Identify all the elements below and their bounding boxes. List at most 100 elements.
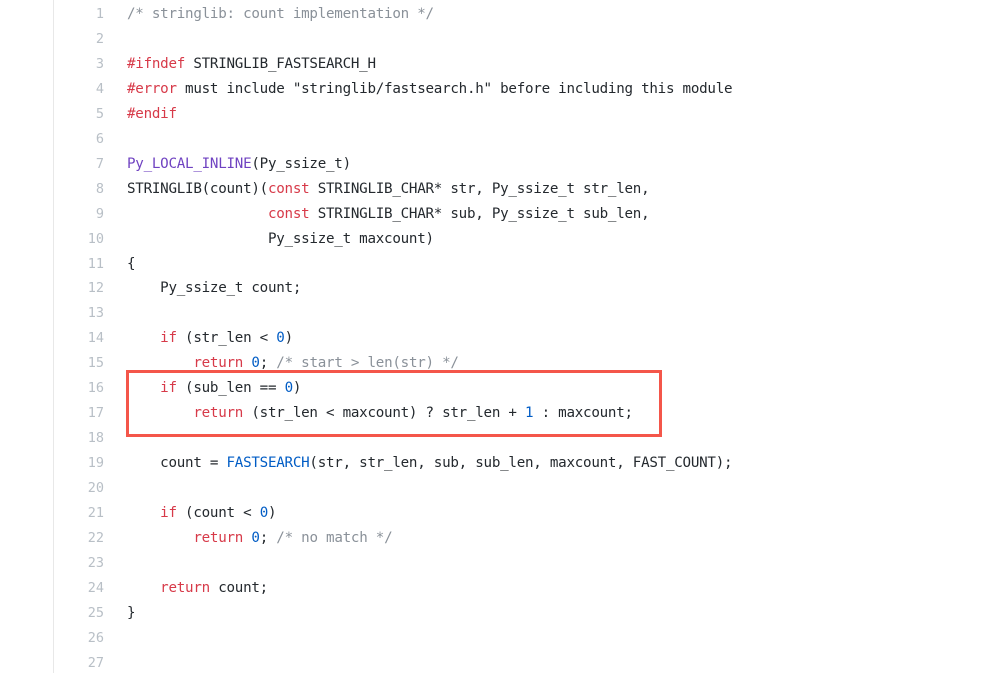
- code-token-preproc: #endif: [127, 105, 177, 122]
- line-number: 6: [95, 130, 104, 147]
- code-line-content[interactable]: count = FASTSEARCH(str, str_len, sub, su…: [104, 451, 732, 476]
- code-token-plain: (Py_ssize_t): [251, 155, 351, 172]
- code-line-content[interactable]: if (count < 0): [104, 501, 276, 526]
- code-token-number: 0: [284, 380, 294, 397]
- code-line[interactable]: 27: [0, 651, 982, 673]
- code-line-content[interactable]: return (str_len < maxcount) ? str_len + …: [104, 401, 633, 426]
- code-line[interactable]: 15 return 0; /* start > len(str) */: [0, 351, 982, 376]
- line-number: 19: [87, 455, 104, 472]
- code-line-content[interactable]: /* stringlib: count implementation */: [104, 2, 434, 27]
- code-line[interactable]: 24 return count;: [0, 576, 982, 601]
- code-line[interactable]: 23: [0, 551, 982, 576]
- code-token-plain: STRINGLIB_FASTSEARCH_H: [185, 55, 376, 72]
- code-token-plain: ;: [259, 530, 277, 547]
- code-token-keyword: return: [193, 405, 244, 422]
- code-line[interactable]: 1 /* stringlib: count implementation */: [0, 2, 982, 27]
- line-number: 13: [87, 305, 104, 322]
- code-token-plain: (str_len < maxcount) ? str_len +: [243, 405, 526, 422]
- code-token-plain: ): [267, 505, 277, 522]
- code-token-plain: STRINGLIB_CHAR* sub, Py_ssize_t sub_len,: [309, 205, 650, 222]
- code-viewer[interactable]: 1/* stringlib: count implementation */2 3…: [0, 0, 982, 673]
- line-number: 5: [95, 105, 104, 122]
- code-line[interactable]: 17 return (str_len < maxcount) ? str_len…: [0, 401, 982, 426]
- code-line[interactable]: 20: [0, 476, 982, 501]
- line-number: 17: [87, 405, 104, 422]
- code-token-keyword: if: [160, 330, 177, 347]
- code-line[interactable]: 8 STRINGLIB(count)(const STRINGLIB_CHAR* …: [0, 177, 982, 202]
- code-token-plain: (str_len <: [176, 330, 277, 347]
- line-number: 18: [87, 430, 104, 447]
- code-token-number: 0: [276, 330, 285, 347]
- code-token-number: 0: [251, 530, 260, 547]
- code-line[interactable]: 2: [0, 27, 982, 52]
- code-line[interactable]: 4 #error must include "stringlib/fastsear…: [0, 77, 982, 102]
- code-line-content[interactable]: #error must include "stringlib/fastsearc…: [104, 77, 733, 102]
- code-token-plain: count =: [127, 455, 227, 472]
- code-line-content[interactable]: Py_LOCAL_INLINE(Py_ssize_t): [104, 152, 351, 177]
- line-number: 25: [87, 604, 104, 621]
- code-token-keyword: return: [193, 355, 244, 372]
- code-token-plain: count;: [209, 579, 268, 596]
- code-line-content[interactable]: #endif: [104, 102, 177, 127]
- code-token-comment: /* no match */: [276, 530, 393, 547]
- line-number: 24: [87, 579, 104, 596]
- line-number: 22: [87, 530, 104, 547]
- code-line[interactable]: 6: [0, 127, 982, 152]
- code-line-content[interactable]: Py_ssize_t maxcount): [104, 227, 434, 252]
- code-line[interactable]: 9 const STRINGLIB_CHAR* sub, Py_ssize_t …: [0, 202, 982, 227]
- code-token-plain: (count <: [176, 505, 260, 522]
- code-line[interactable]: 19 count = FASTSEARCH(str, str_len, sub,…: [0, 451, 982, 476]
- code-line-content[interactable]: return 0; /* start > len(str) */: [104, 351, 459, 376]
- code-line-content[interactable]: return count;: [104, 576, 268, 601]
- code-token-plain: }: [127, 604, 136, 621]
- code-token-keyword: const: [267, 180, 310, 197]
- code-line[interactable]: 22 return 0; /* no match */: [0, 526, 982, 551]
- code-line-content[interactable]: #ifndef STRINGLIB_FASTSEARCH_H: [104, 52, 376, 77]
- line-number: 3: [95, 55, 104, 72]
- code-line-content[interactable]: {: [104, 252, 136, 277]
- code-token-keyword: const: [267, 205, 310, 222]
- code-token-macro: Py_LOCAL_INLINE: [127, 155, 252, 172]
- line-number: 4: [95, 80, 104, 97]
- line-number: 23: [87, 554, 104, 571]
- code-token-keyword: if: [160, 380, 177, 397]
- line-number: 21: [87, 505, 104, 522]
- code-line-content[interactable]: const STRINGLIB_CHAR* sub, Py_ssize_t su…: [104, 202, 650, 227]
- code-line-content[interactable]: return 0; /* no match */: [104, 526, 392, 551]
- code-token-preproc: #ifndef: [127, 55, 186, 72]
- line-number: 12: [87, 280, 104, 297]
- code-line-content[interactable]: }: [104, 601, 136, 626]
- code-token-plain: STRINGLIB_CHAR* str, Py_ssize_t str_len,: [309, 180, 650, 197]
- code-line[interactable]: 21 if (count < 0): [0, 501, 982, 526]
- code-line-content[interactable]: if (str_len < 0): [104, 326, 293, 351]
- code-line[interactable]: 3 #ifndef STRINGLIB_FASTSEARCH_H: [0, 52, 982, 77]
- code-line[interactable]: 26: [0, 626, 982, 651]
- code-line-content[interactable]: STRINGLIB(count)(const STRINGLIB_CHAR* s…: [104, 177, 650, 202]
- code-line-content[interactable]: if (sub_len == 0): [104, 376, 301, 401]
- code-line[interactable]: 12 Py_ssize_t count;: [0, 276, 982, 301]
- code-line[interactable]: 25}: [0, 601, 982, 626]
- code-line[interactable]: 14 if (str_len < 0): [0, 326, 982, 351]
- code-token-plain: {: [127, 255, 136, 272]
- code-line[interactable]: 5 #endif: [0, 102, 982, 127]
- code-token-plain: : maxcount;: [533, 405, 633, 422]
- code-line[interactable]: 18: [0, 426, 982, 451]
- code-line-content[interactable]: Py_ssize_t count;: [104, 276, 301, 301]
- code-line[interactable]: 16 if (sub_len == 0): [0, 376, 982, 401]
- line-number: 9: [95, 205, 104, 222]
- code-line[interactable]: 11 {: [0, 252, 982, 277]
- code-line[interactable]: 13: [0, 301, 982, 326]
- line-number: 10: [87, 230, 104, 247]
- code-line[interactable]: 10 Py_ssize_t maxcount): [0, 227, 982, 252]
- code-line[interactable]: 7 Py_LOCAL_INLINE(Py_ssize_t): [0, 152, 982, 177]
- code-token-plain: STRINGLIB(count)(: [127, 180, 268, 197]
- line-number: 15: [87, 355, 104, 372]
- line-number: 8: [95, 180, 104, 197]
